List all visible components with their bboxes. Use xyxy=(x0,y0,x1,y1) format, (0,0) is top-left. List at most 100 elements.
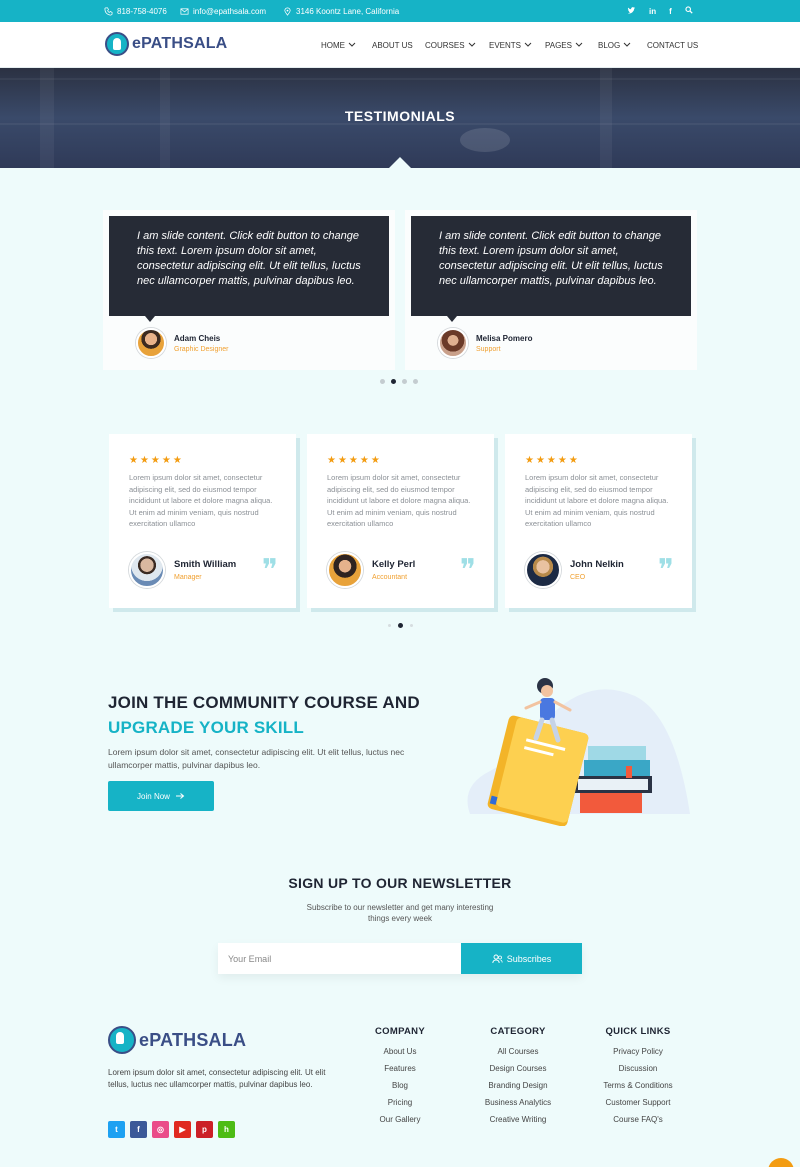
footer-link[interactable]: Pricing xyxy=(362,1097,438,1114)
footer-link[interactable]: Course FAQ's xyxy=(592,1114,684,1131)
dribbble-icon[interactable]: ◎ xyxy=(152,1121,169,1138)
slider-dot-active[interactable] xyxy=(391,379,396,384)
twitter-icon[interactable] xyxy=(627,6,636,17)
footer-heading: QUICK LINKS xyxy=(605,1026,671,1037)
author-role: Graphic Designer xyxy=(174,345,229,353)
site-logo[interactable]: ePATHSALA xyxy=(105,32,227,56)
testimonial-author: Melisa Pomero Support xyxy=(438,328,532,358)
footer-link[interactable]: Customer Support xyxy=(592,1097,684,1114)
footer-logo[interactable]: ePATHSALA xyxy=(108,1026,246,1054)
email-input[interactable] xyxy=(218,943,461,974)
pinterest-icon[interactable]: p xyxy=(196,1121,213,1138)
location-pin-icon xyxy=(284,7,291,16)
author-name: Melisa Pomero xyxy=(476,333,533,343)
review-author: Smith William Manager xyxy=(129,552,236,588)
page-title: TESTIMONIALS xyxy=(344,108,456,124)
review-author: Kelly Perl Accountant xyxy=(327,552,415,588)
author-role: Manager xyxy=(174,574,202,581)
email-contact[interactable]: info@epathsala.com xyxy=(180,0,266,22)
phone-contact[interactable]: 818-758-4076 xyxy=(104,0,167,22)
quote-icon: ❞ xyxy=(459,553,476,588)
testimonial-quote: I am slide content. Click edit button to… xyxy=(411,216,691,316)
twitter-icon[interactable]: t xyxy=(108,1121,125,1138)
star-rating: ★★★★★ xyxy=(327,455,382,466)
footer-link[interactable]: Features xyxy=(362,1063,438,1080)
nav-events[interactable]: EVENTS xyxy=(489,41,532,50)
top-bar: 818-758-4076 info@epathsala.com 3146 Koo… xyxy=(0,0,800,22)
footer-link[interactable]: Blog xyxy=(362,1080,438,1097)
nav-about[interactable]: ABOUT US xyxy=(372,41,413,50)
footer-link[interactable]: Terms & Conditions xyxy=(592,1080,684,1097)
address-text: 3146 Koontz Lane, California xyxy=(296,6,400,16)
footer-link[interactable]: Business Analytics xyxy=(473,1097,563,1114)
facebook-icon[interactable]: f xyxy=(130,1121,147,1138)
quote-icon: ❞ xyxy=(657,553,674,588)
slider-dot[interactable] xyxy=(380,379,385,384)
search-icon[interactable] xyxy=(685,6,693,16)
chevron-down-icon xyxy=(524,42,532,47)
cta-title-highlight: UPGRADE YOUR SKILL xyxy=(108,718,304,737)
testimonial-quote: I am slide content. Click edit button to… xyxy=(109,216,389,316)
page-hero: TESTIMONIALS xyxy=(0,68,800,168)
nav-about-label: ABOUT US xyxy=(372,40,413,50)
testimonial-slide: I am slide content. Click edit button to… xyxy=(405,210,697,370)
footer-link[interactable]: About Us xyxy=(362,1046,438,1063)
logo-emblem-icon xyxy=(108,1026,136,1054)
bubble-tip xyxy=(145,316,155,322)
slider-dot[interactable] xyxy=(402,379,407,384)
footer-link[interactable]: Design Courses xyxy=(473,1063,563,1080)
hero-lamp xyxy=(460,128,510,152)
author-name: John Nelkin xyxy=(570,559,624,570)
linkedin-icon[interactable]: in xyxy=(649,7,656,16)
author-role: Support xyxy=(476,345,501,353)
nav-blog-label: BLOG xyxy=(598,40,621,50)
nav-blog[interactable]: BLOG xyxy=(598,41,631,50)
nav-courses-label: COURSES xyxy=(425,40,465,50)
newsletter-subtitle: Subscribe to our newsletter and get many… xyxy=(306,903,494,923)
review-card: ★★★★★ Lorem ipsum dolor sit amet, consec… xyxy=(109,434,296,608)
logo-text: ePATHSALA xyxy=(132,35,228,52)
review-text: Lorem ipsum dolor sit amet, consectetur … xyxy=(327,473,471,528)
nav-contact[interactable]: CONTACT US xyxy=(647,41,698,50)
nav-courses[interactable]: COURSES xyxy=(425,41,476,50)
users-icon xyxy=(492,954,503,963)
books-illustration xyxy=(467,678,690,826)
chevron-down-icon xyxy=(575,42,583,47)
cta-title: JOIN THE COMMUNITY COURSE AND xyxy=(108,693,420,712)
slider-dot[interactable] xyxy=(388,624,391,627)
avatar xyxy=(327,552,363,588)
cta-text: Lorem ipsum dolor sit amet, consectetur … xyxy=(108,747,405,770)
slider-dot[interactable] xyxy=(410,624,413,627)
review-author: John Nelkin CEO xyxy=(525,552,624,588)
footer-link[interactable]: Branding Design xyxy=(473,1080,563,1097)
footer-link[interactable]: Privacy Policy xyxy=(592,1046,684,1063)
footer-link[interactable]: Creative Writing xyxy=(473,1114,563,1131)
nav-home[interactable]: HOME xyxy=(321,41,356,50)
slider-pagination xyxy=(380,379,418,384)
bubble-tip xyxy=(447,316,457,322)
star-rating: ★★★★★ xyxy=(525,455,580,466)
join-now-button[interactable]: Join Now xyxy=(108,781,214,811)
slider-dot[interactable] xyxy=(413,379,418,384)
scroll-to-top-button[interactable] xyxy=(768,1158,794,1167)
footer-link[interactable]: Our Gallery xyxy=(362,1114,438,1131)
subscribe-button[interactable]: Subscribes xyxy=(461,943,582,974)
avatar xyxy=(438,328,468,358)
author-role: CEO xyxy=(570,574,586,581)
footer-logo-text: ePATHSALA xyxy=(139,1029,247,1050)
nav-contact-label: CONTACT US xyxy=(647,40,699,50)
footer-link[interactable]: All Courses xyxy=(473,1046,563,1063)
review-text: Lorem ipsum dolor sit amet, consectetur … xyxy=(129,473,273,528)
houzz-icon[interactable]: h xyxy=(218,1121,235,1138)
slider-dot-active[interactable] xyxy=(398,623,403,628)
logo-emblem-icon xyxy=(105,32,129,56)
nav-pages[interactable]: PAGES xyxy=(545,41,583,50)
footer-link[interactable]: Discussion xyxy=(592,1063,684,1080)
review-pagination xyxy=(388,623,413,628)
facebook-icon[interactable]: f xyxy=(669,7,672,16)
mail-icon xyxy=(180,7,189,15)
youtube-icon[interactable]: ▶ xyxy=(174,1121,191,1138)
testimonial-slide: I am slide content. Click edit button to… xyxy=(103,210,395,370)
author-role: Accountant xyxy=(372,574,408,581)
newsletter-form: Subscribes xyxy=(218,943,582,974)
